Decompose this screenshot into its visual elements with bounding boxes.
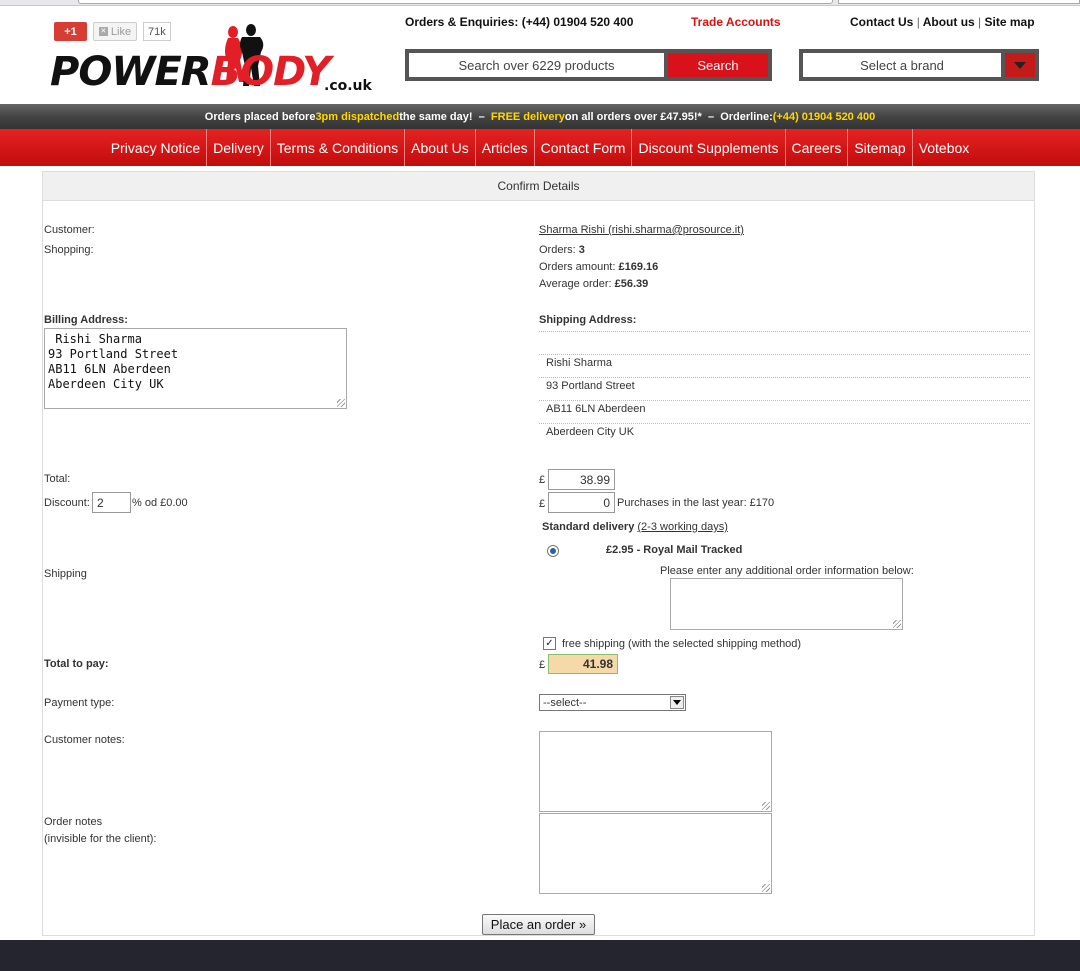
search-input[interactable]: Search over 6229 products: [409, 53, 664, 77]
footer-bar: [0, 940, 1080, 971]
nav-terms-conditions[interactable]: Terms & Conditions: [269, 129, 404, 166]
nav-privacy-notice[interactable]: Privacy Notice: [105, 129, 206, 166]
like-icon: ✕: [98, 27, 108, 36]
customer-link[interactable]: Sharma Rishi (rishi.sharma@prosource.it): [539, 224, 744, 236]
order-notes-label: Order notes: [44, 816, 103, 828]
customer-notes-label: Customer notes:: [44, 734, 125, 746]
shipping-address-line: Rishi Sharma: [546, 357, 613, 369]
chevron-down-icon: [670, 696, 684, 709]
payment-type-select[interactable]: --select--: [539, 694, 686, 711]
shipping-address-line: Aberdeen City UK: [546, 426, 635, 438]
top-links: Contact Us | About us | Site map: [850, 15, 1035, 29]
address-bar[interactable]: [78, 0, 833, 4]
place-order-button[interactable]: Place an order »: [482, 914, 595, 935]
nav-sitemap[interactable]: Sitemap: [847, 129, 911, 166]
nav-delivery[interactable]: Delivery: [206, 129, 270, 166]
panel-title: Confirm Details: [43, 172, 1034, 201]
discount-label: Discount:: [44, 497, 90, 509]
currency-symbol: £: [539, 498, 546, 510]
billing-address-label: Billing Address:: [44, 314, 128, 326]
orders-enquiries-phone: Orders & Enquiries: (+44) 01904 520 400: [405, 15, 634, 29]
orders-amount: Orders amount: £169.16: [539, 261, 659, 273]
trade-accounts-link[interactable]: Trade Accounts: [691, 15, 781, 29]
promo-banner: Orders placed before 3pm dispatched the …: [0, 104, 1080, 129]
orders-count: Orders: 3: [539, 244, 585, 256]
facebook-like-button[interactable]: ✕ Like: [93, 22, 137, 41]
delivery-days-link[interactable]: (2-3 working days): [637, 521, 727, 533]
browser-chrome-strip: [0, 0, 1080, 6]
social-buttons: +1 ✕ Like 71k: [54, 22, 171, 41]
delivery-option-label: £2.95 - Royal Mail Tracked: [606, 544, 743, 556]
main-nav: Privacy Notice Delivery Terms & Conditio…: [0, 129, 1080, 166]
shipping-address-line: 93 Portland Street: [546, 380, 635, 392]
search-button[interactable]: Search: [668, 53, 768, 77]
product-search: Search over 6229 products Search: [405, 49, 772, 81]
shipping-address-line: AB11 6LN Aberdeen: [546, 403, 646, 415]
contact-us-link[interactable]: Contact Us: [850, 15, 913, 29]
free-shipping-label: free shipping (with the selected shippin…: [562, 638, 802, 650]
like-count: 71k: [143, 22, 171, 41]
royal-mail-tracked-radio[interactable]: [547, 545, 559, 557]
discount-suffix: % od £0.00: [132, 497, 188, 509]
site-map-link[interactable]: Site map: [985, 15, 1035, 29]
brand-selector: Select a brand: [799, 49, 1039, 81]
order-notes-sublabel: (invisible for the client):: [44, 833, 157, 845]
customer-notes-textarea[interactable]: [539, 731, 772, 812]
discount-percent-input[interactable]: 2: [92, 492, 131, 513]
nav-votebox[interactable]: Votebox: [911, 129, 976, 166]
payment-type-label: Payment type:: [44, 697, 115, 709]
brand-select-input[interactable]: Select a brand: [803, 53, 1001, 77]
nav-discount-supplements[interactable]: Discount Supplements: [631, 129, 784, 166]
nav-contact-form[interactable]: Contact Form: [533, 129, 632, 166]
nav-careers[interactable]: Careers: [784, 129, 848, 166]
order-notes-textarea[interactable]: [539, 813, 772, 894]
standard-delivery: Standard delivery (2-3 working days): [542, 521, 728, 533]
average-order: Average order: £56.39: [539, 278, 649, 290]
currency-symbol: £: [539, 474, 546, 486]
billing-address-textarea[interactable]: Rishi Sharma 93 Portland Street AB11 6LN…: [44, 328, 347, 409]
logo-wordmark: POWERBODY: [50, 49, 331, 95]
about-us-link[interactable]: About us: [923, 15, 975, 29]
shopping-label: Shopping:: [44, 244, 94, 256]
additional-info-textarea[interactable]: [670, 578, 903, 630]
currency-symbol: £: [539, 659, 546, 671]
additional-info-label: Please enter any additional order inform…: [660, 565, 914, 577]
discount-amount-input[interactable]: 0: [548, 492, 615, 513]
total-label: Total:: [44, 473, 71, 485]
nav-articles[interactable]: Articles: [474, 129, 534, 166]
browser-search-box[interactable]: [838, 0, 1080, 4]
shipping-address-label: Shipping Address:: [539, 314, 637, 326]
google-plus-button[interactable]: +1: [54, 22, 87, 41]
total-to-pay-label: Total to pay:: [44, 658, 109, 670]
free-shipping-checkbox[interactable]: ✓: [543, 637, 556, 650]
nav-about-us[interactable]: About Us: [404, 129, 475, 166]
customer-label: Customer:: [44, 224, 95, 236]
shipping-label: Shipping: [44, 568, 87, 580]
chevron-down-icon[interactable]: [1005, 53, 1035, 77]
logo-domain: .co.uk: [324, 78, 372, 94]
purchases-last-year: Purchases in the last year: £170: [617, 497, 775, 509]
total-to-pay-input[interactable]: 41.98: [548, 654, 618, 674]
total-input[interactable]: 38.99: [548, 469, 615, 490]
